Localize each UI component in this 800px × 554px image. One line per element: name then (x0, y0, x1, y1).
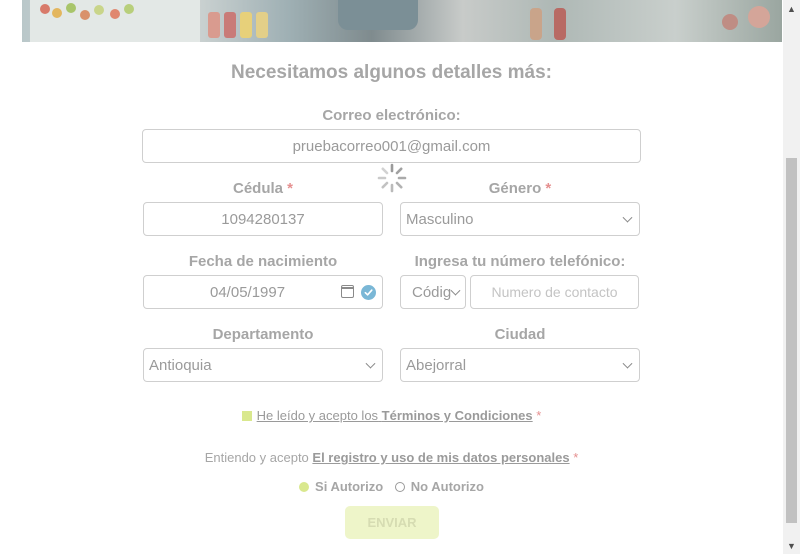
chevron-down-icon (622, 212, 633, 223)
consent-row: Entiendo y acepto El registro y uso de m… (204, 450, 579, 465)
department-select[interactable]: Antioquia (143, 348, 383, 382)
gender-select[interactable]: Masculino (400, 202, 640, 236)
id-number-field[interactable]: 1094280137 (143, 202, 383, 236)
radio-unselected-icon (394, 481, 405, 492)
email-field[interactable]: pruebacorreo001@gmail.com (142, 129, 641, 163)
submit-button[interactable]: ENVIAR (345, 506, 439, 539)
city-value: Abejorral (406, 356, 467, 374)
consent-prefix: Entiendo y acepto (204, 450, 309, 465)
email-label: Correo electrónico: (322, 107, 461, 124)
chevron-down-icon (622, 358, 633, 369)
terms-row: He leído y acepto los Términos y Condici… (0, 408, 783, 423)
department-label: Departamento (212, 326, 314, 343)
hero-banner-image (22, 0, 782, 42)
terms-link[interactable]: He leído y acepto los Términos y Condici… (257, 408, 533, 423)
phone-code-select[interactable]: Códig (400, 275, 466, 309)
fridge-graphic (30, 0, 200, 42)
authorize-yes-radio[interactable]: Si Autorizo (299, 479, 383, 494)
department-value: Antioquia (149, 356, 212, 374)
phone-label: Ingresa tu número telefónico: (414, 253, 626, 270)
email-value: pruebacorreo001@gmail.com (292, 137, 491, 155)
person-graphic (338, 0, 418, 30)
scrollbar-thumb[interactable] (786, 158, 797, 523)
phone-number-input[interactable]: Numero de contacto (470, 275, 639, 309)
authorize-no-radio[interactable]: No Autorizo (394, 479, 484, 494)
valid-check-icon (361, 285, 376, 300)
data-policy-link[interactable]: El registro y uso de mis datos personale… (312, 450, 569, 465)
radio-selected-icon (299, 481, 310, 492)
city-select[interactable]: Abejorral (400, 348, 640, 382)
id-label: Cédula * (232, 180, 294, 197)
calendar-icon[interactable] (341, 285, 354, 298)
birth-date-label: Fecha de nacimiento (188, 253, 338, 270)
terms-checkbox[interactable] (241, 411, 252, 421)
birth-date-field[interactable]: 04/05/1997 (143, 275, 383, 309)
chevron-down-icon (365, 358, 376, 369)
scroll-down-icon[interactable]: ▼ (783, 537, 800, 554)
page: Necesitamos algunos detalles más: Correo… (0, 0, 783, 554)
vertical-scrollbar[interactable]: ▲ ▼ (783, 0, 800, 554)
form-title: Necesitamos algunos detalles más: (230, 62, 552, 83)
phone-code-value: Códig (412, 283, 452, 301)
city-label: Ciudad (494, 326, 546, 343)
id-number-value: 1094280137 (221, 210, 305, 228)
authorization-radio-group: Si Autorizo No Autorizo (0, 479, 783, 495)
phone-number-placeholder: Numero de contacto (491, 284, 618, 300)
chevron-down-icon (450, 285, 461, 296)
gender-value: Masculino (406, 210, 474, 228)
scroll-up-icon[interactable]: ▲ (783, 0, 800, 17)
birth-date-value: 04/05/1997 (210, 283, 286, 301)
gender-label: Género * (488, 180, 552, 197)
